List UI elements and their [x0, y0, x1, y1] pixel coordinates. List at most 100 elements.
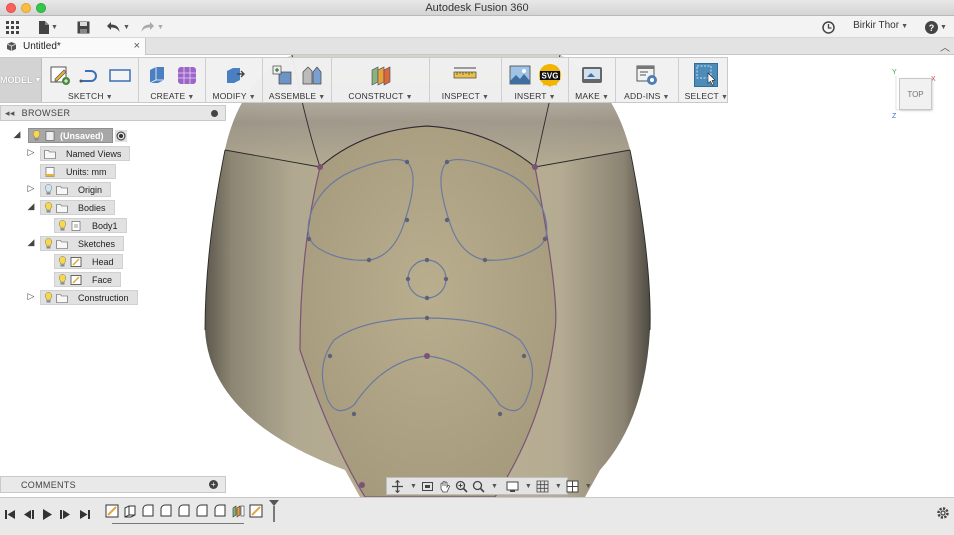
extrude-icon[interactable]	[145, 63, 169, 87]
lightbulb-icon[interactable]	[58, 256, 67, 267]
lightbulb-icon[interactable]	[44, 292, 53, 303]
tree-node-head-sketch[interactable]: Head	[54, 254, 123, 269]
toolbar-group-create[interactable]: CREATE ▼	[139, 58, 207, 102]
collapsed-triangle-icon[interactable]: ▷	[26, 291, 36, 302]
select-tool-icon[interactable]	[694, 63, 719, 87]
collapsed-triangle-icon[interactable]: ▷	[26, 147, 36, 158]
look-at-icon[interactable]	[421, 479, 434, 493]
zoom-window-button[interactable]	[36, 3, 46, 13]
tree-node-units[interactable]: Units: mm	[40, 164, 116, 179]
joint-icon[interactable]	[300, 63, 324, 87]
collapsed-triangle-icon[interactable]: ▷	[26, 183, 36, 194]
browser-pin-icon[interactable]	[211, 110, 218, 117]
undo-button[interactable]: ▼	[106, 19, 130, 35]
file-menu-button[interactable]: ▼	[38, 19, 58, 35]
collapse-left-icon[interactable]: ◂◂	[5, 108, 15, 119]
display-settings-icon[interactable]	[506, 479, 519, 493]
viewports-icon[interactable]	[566, 479, 579, 493]
timeline-sketch-icon[interactable]	[248, 503, 263, 518]
tree-node-root[interactable]: ◢ (Unsaved)	[12, 128, 127, 143]
tree-node-sketches[interactable]: ◢ Sketches	[26, 236, 125, 251]
timeline-sketch-icon[interactable]	[104, 503, 119, 518]
tree-node-bodies[interactable]: ◢ Bodies	[26, 200, 115, 215]
lightbulb-icon[interactable]	[58, 274, 67, 285]
scripts-addins-icon[interactable]	[635, 63, 659, 87]
tree-node-body1[interactable]: Body1	[54, 218, 127, 233]
3d-print-icon[interactable]	[580, 63, 604, 87]
timeline-fillet-icon[interactable]	[140, 503, 155, 518]
data-panel-button[interactable]	[6, 19, 19, 35]
go-to-end-button[interactable]	[79, 507, 90, 521]
play-button[interactable]	[42, 507, 53, 521]
tree-node-named-views[interactable]: ▷ Named Views	[26, 146, 131, 161]
press-pull-icon[interactable]	[222, 63, 246, 87]
tree-node-face-sketch[interactable]: Face	[54, 272, 122, 287]
insert-svg-icon[interactable]: SVG	[538, 63, 562, 87]
orbit-icon[interactable]	[391, 479, 404, 493]
timeline-fillet-icon[interactable]	[158, 503, 173, 518]
toolbar-group-modify[interactable]: MODIFY ▼	[206, 58, 263, 102]
step-back-button[interactable]	[23, 507, 34, 521]
chevron-down-icon[interactable]: ▼	[491, 483, 498, 490]
lightbulb-icon[interactable]	[32, 130, 41, 141]
new-component-icon[interactable]	[270, 63, 294, 87]
rectangle-tool-icon[interactable]	[108, 63, 132, 87]
lightbulb-icon[interactable]	[44, 238, 53, 249]
pan-hand-icon[interactable]	[438, 479, 451, 493]
gear-icon[interactable]	[936, 506, 950, 520]
timeline-fillet-icon[interactable]	[176, 503, 191, 518]
timeline-fillet-icon[interactable]	[194, 503, 209, 518]
job-status-button[interactable]	[822, 19, 835, 35]
lightbulb-icon[interactable]	[58, 220, 67, 231]
expanded-triangle-icon[interactable]: ◢	[26, 201, 36, 212]
create-sketch-icon[interactable]	[48, 63, 72, 87]
zoom-window-icon[interactable]	[455, 479, 468, 493]
lightbulb-off-icon[interactable]	[44, 184, 53, 195]
add-comment-icon[interactable]: +	[209, 480, 218, 489]
close-window-button[interactable]	[6, 3, 16, 13]
close-tab-icon[interactable]: ×	[134, 40, 140, 52]
sketch-profile-head[interactable]	[299, 125, 557, 497]
chevron-down-icon[interactable]: ▼	[410, 483, 417, 490]
view-cube[interactable]: Y X Z TOP	[892, 69, 936, 120]
save-button[interactable]	[77, 19, 90, 35]
measure-icon[interactable]	[453, 63, 477, 87]
tree-node-origin[interactable]: ▷ Origin	[26, 182, 112, 197]
toolbar-group-select[interactable]: SELECT ▼	[679, 58, 734, 102]
toolbar-group-insert[interactable]: SVG INSERT ▼	[502, 58, 570, 102]
user-account-menu[interactable]: Birkir Thor ▼	[853, 20, 908, 31]
chevron-down-icon[interactable]: ▼	[585, 483, 592, 490]
timeline-marker-icon[interactable]	[266, 499, 281, 522]
zoom-icon[interactable]	[472, 479, 485, 493]
browser-header[interactable]: ◂◂ BROWSER	[0, 105, 226, 121]
toolbar-group-sketch[interactable]: SKETCH ▼	[42, 58, 140, 102]
toolbar-group-construct[interactable]: CONSTRUCT ▼	[332, 58, 430, 102]
minimize-window-button[interactable]	[21, 3, 31, 13]
expanded-triangle-icon[interactable]: ◢	[26, 237, 36, 248]
grid-settings-icon[interactable]	[536, 479, 549, 493]
chevron-down-icon[interactable]: ▼	[555, 483, 562, 490]
comments-panel-header[interactable]: COMMENTS +	[0, 476, 226, 493]
chevron-up-icon[interactable]: ︿	[940, 39, 950, 54]
timeline-track[interactable]	[112, 522, 244, 524]
toolbar-group-assemble[interactable]: ASSEMBLE ▼	[263, 58, 333, 102]
toolbar-group-inspect[interactable]: INSPECT ▼	[430, 58, 503, 102]
form-icon[interactable]	[175, 63, 199, 87]
workspace-switcher[interactable]: MODEL ▼	[0, 58, 43, 102]
lightbulb-icon[interactable]	[44, 202, 53, 213]
line-tool-icon[interactable]	[78, 63, 102, 87]
redo-button[interactable]: ▼	[140, 19, 164, 35]
go-to-start-button[interactable]	[5, 507, 16, 521]
timeline-split-icon[interactable]	[230, 503, 245, 518]
document-tab[interactable]: Untitled* ×	[0, 38, 146, 55]
help-menu-button[interactable]: ? ▼	[925, 19, 947, 35]
canvas-image-icon[interactable]	[508, 63, 532, 87]
offset-plane-icon[interactable]	[369, 63, 393, 87]
chevron-down-icon[interactable]: ▼	[525, 483, 532, 490]
timeline-fillet-icon[interactable]	[212, 503, 227, 518]
expanded-triangle-icon[interactable]: ◢	[12, 129, 22, 140]
view-cube-top-face[interactable]: TOP	[899, 78, 932, 110]
toolbar-group-make[interactable]: MAKE ▼	[569, 58, 617, 102]
active-radio-icon[interactable]	[114, 129, 127, 142]
step-forward-button[interactable]	[60, 507, 71, 521]
